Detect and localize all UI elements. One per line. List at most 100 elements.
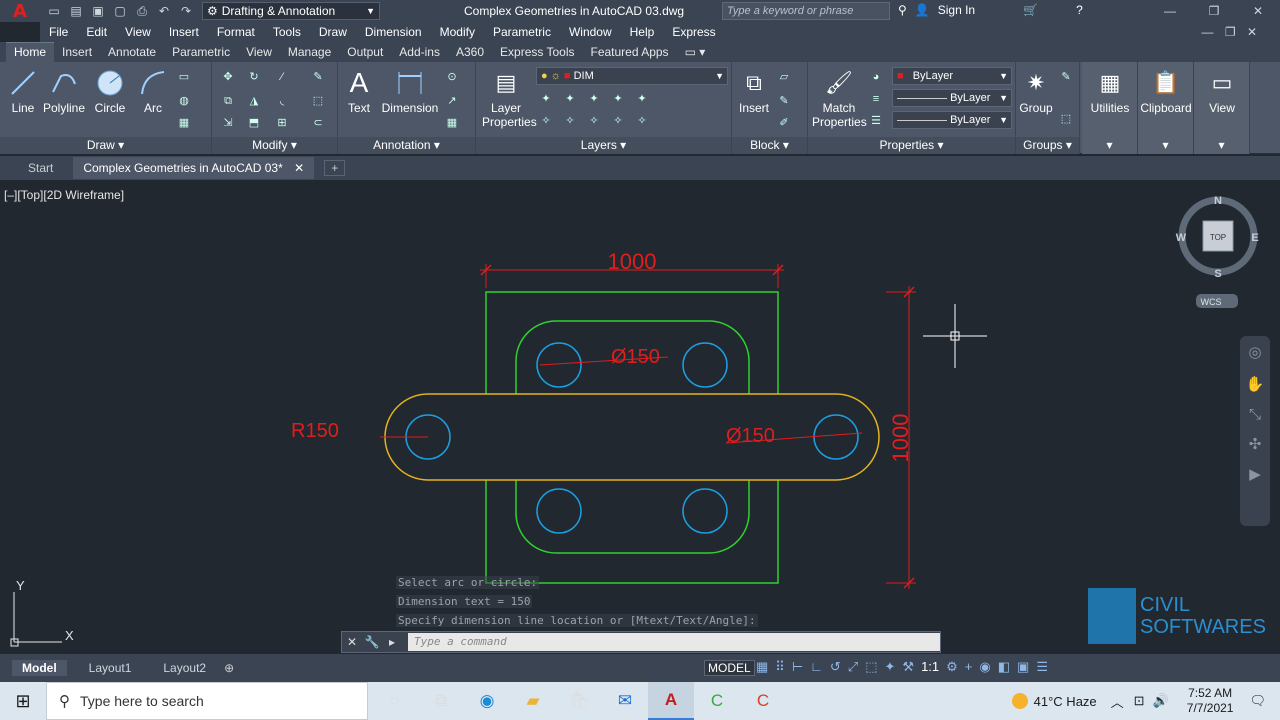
menu-item-modify[interactable]: Modify	[431, 25, 484, 39]
grid-icon[interactable]: ▦	[756, 659, 768, 675]
copy-icon[interactable]: ⧉	[220, 94, 236, 108]
add-layout-button[interactable]: ⊕	[224, 661, 234, 675]
layer-tool-3-icon[interactable]: ✦	[586, 92, 602, 106]
ribbon-tab-manage[interactable]: Manage	[280, 43, 339, 62]
hatch-icon[interactable]: ◍	[176, 94, 192, 108]
layer-tool-9-icon[interactable]: ✧	[610, 114, 626, 128]
ungroup-icon[interactable]: ✎	[1058, 70, 1074, 84]
layer-tool-5-icon[interactable]: ✦	[634, 92, 650, 106]
binoculars-icon[interactable]: ⚲	[898, 3, 907, 17]
autocad-logo-icon[interactable]: A	[0, 0, 40, 22]
rotate-icon[interactable]: ↻	[246, 70, 262, 84]
close-icon[interactable]: ✕	[342, 635, 362, 649]
isolate-icon[interactable]: ◉	[979, 659, 990, 675]
speaker-icon[interactable]: 🔊	[1153, 693, 1169, 709]
add-icon[interactable]: +	[965, 659, 973, 675]
group-select-icon[interactable]: ⬚	[1058, 112, 1074, 126]
menu-item-window[interactable]: Window	[560, 25, 621, 39]
object-snap-icon[interactable]: ⬚	[865, 659, 877, 675]
annotation-visibility-icon[interactable]: ✦	[885, 659, 896, 675]
menu-window-controls[interactable]: — ❐ ✕	[1193, 25, 1270, 39]
ribbon-tab-featured-apps[interactable]: Featured Apps	[583, 43, 677, 62]
layout1-tab[interactable]: Layout1	[79, 660, 142, 676]
table-icon[interactable]: ▦	[444, 116, 460, 130]
command-input[interactable]: Type a command	[408, 633, 940, 651]
clean-screen-icon[interactable]: ▣	[1017, 659, 1029, 675]
maximize-icon[interactable]: ❐	[1192, 0, 1236, 22]
explode-icon[interactable]: ⬚	[310, 94, 326, 108]
polar-icon[interactable]: ↺	[830, 659, 841, 675]
layer-tool-10-icon[interactable]: ✧	[634, 114, 650, 128]
ribbon-tab-annotate[interactable]: Annotate	[100, 43, 164, 62]
help-icon[interactable]: ?	[1076, 3, 1083, 17]
mail-icon[interactable]: ✉	[602, 682, 648, 720]
menu-item-help[interactable]: Help	[621, 25, 664, 39]
weather-widget[interactable]: 41°C Haze	[1011, 693, 1097, 709]
layer-tool-7-icon[interactable]: ✧	[562, 114, 578, 128]
clipboard-panel[interactable]: 📋 Clipboard ▾	[1138, 62, 1194, 154]
new-icon[interactable]: ▭	[46, 4, 62, 19]
group-tool[interactable]: ✷ Group	[1018, 68, 1054, 115]
model-tab[interactable]: Model	[12, 660, 67, 676]
customization-icon[interactable]: ☰	[1036, 659, 1048, 675]
move-icon[interactable]: ✥	[220, 70, 236, 84]
array-icon[interactable]: ⊞	[274, 116, 290, 130]
stretch-icon[interactable]: ⇲	[220, 116, 236, 130]
properties-panel-title[interactable]: Properties ▾	[808, 137, 1015, 154]
ribbon-display-options-icon[interactable]: ▭ ▾	[677, 43, 714, 62]
circle-tool[interactable]: Circle	[92, 68, 128, 115]
insert-block-tool[interactable]: ⧉ Insert	[734, 68, 774, 115]
annotation-scale-label[interactable]: 1:1	[921, 659, 939, 675]
workspace-dropdown[interactable]: ⚙ Drafting & Annotation ▼	[202, 2, 380, 20]
zoom-extents-icon[interactable]: ⤡	[1240, 400, 1270, 430]
layer-tool-2-icon[interactable]: ✦	[562, 92, 578, 106]
ribbon-tab-output[interactable]: Output	[339, 43, 391, 62]
layer-properties-tool[interactable]: ▤ Layer Properties	[482, 68, 537, 129]
scale-icon[interactable]: ⬒	[246, 116, 262, 130]
dimension-tool[interactable]: Dimension	[380, 68, 440, 115]
layers-panel-title[interactable]: Layers ▾	[476, 137, 731, 154]
settings-icon[interactable]: ⚙	[946, 659, 958, 675]
clock[interactable]: 7:52 AM 7/7/2021	[1187, 686, 1234, 716]
layer-dropdown[interactable]: ● ☼ ■ DIM ▼	[536, 67, 728, 85]
showmotion-icon[interactable]: ▶	[1240, 460, 1270, 490]
plot-icon[interactable]: ⎙	[134, 4, 150, 19]
task-view-icon[interactable]: ⧉	[418, 682, 464, 720]
ribbon-tab-express-tools[interactable]: Express Tools	[492, 43, 582, 62]
save-as-icon[interactable]: ▢	[112, 4, 128, 19]
camtasia-green-icon[interactable]: C	[694, 682, 740, 720]
modify-panel-title[interactable]: Modify ▾	[212, 137, 337, 154]
menu-item-parametric[interactable]: Parametric	[484, 25, 560, 39]
menu-item-format[interactable]: Format	[208, 25, 264, 39]
menu-item-tools[interactable]: Tools	[264, 25, 310, 39]
orbit-icon[interactable]: ✣	[1240, 430, 1270, 460]
steering-wheel-icon[interactable]: ◎	[1240, 336, 1270, 370]
store-icon[interactable]: 🛍	[556, 682, 602, 720]
tray-chevron-icon[interactable]: ︿	[1111, 692, 1124, 711]
redo-icon[interactable]: ↷	[178, 4, 194, 19]
arc-tool[interactable]: Arc	[136, 68, 170, 115]
isodraft-icon[interactable]: ⤢	[848, 659, 858, 675]
menu-item-edit[interactable]: Edit	[77, 25, 116, 39]
block-panel-title[interactable]: Block ▾	[732, 137, 807, 154]
menu-item-file[interactable]: File	[40, 25, 77, 39]
layout2-tab[interactable]: Layout2	[153, 660, 216, 676]
menu-item-draw[interactable]: Draw	[310, 25, 356, 39]
mirror-icon[interactable]: ◮	[246, 94, 262, 108]
close-icon[interactable]: ✕	[1236, 0, 1280, 22]
cortana-icon[interactable]: ○	[372, 682, 418, 720]
autocad-taskbar-icon[interactable]: A	[648, 682, 694, 720]
utilities-panel[interactable]: ▦ Utilities ▾	[1082, 62, 1138, 154]
ribbon-tab-add-ins[interactable]: Add-ins	[391, 43, 448, 62]
menu-item-view[interactable]: View	[116, 25, 160, 39]
layer-tool-4-icon[interactable]: ✦	[610, 92, 626, 106]
view-expand[interactable]: ▾	[1194, 137, 1249, 154]
notifications-icon[interactable]: 🗨	[1249, 693, 1266, 709]
annotation-panel-title[interactable]: Annotation ▾	[338, 137, 475, 154]
undo-icon[interactable]: ↶	[156, 4, 172, 19]
trim-icon[interactable]: ⁄	[274, 70, 290, 84]
sign-in-button[interactable]: Sign In	[938, 3, 975, 17]
polyline-tool[interactable]: Polyline	[42, 68, 86, 115]
hardware-accel-icon[interactable]: ◧	[998, 659, 1010, 675]
lineweight-dropdown[interactable]: ByLayer ▼	[892, 111, 1012, 129]
